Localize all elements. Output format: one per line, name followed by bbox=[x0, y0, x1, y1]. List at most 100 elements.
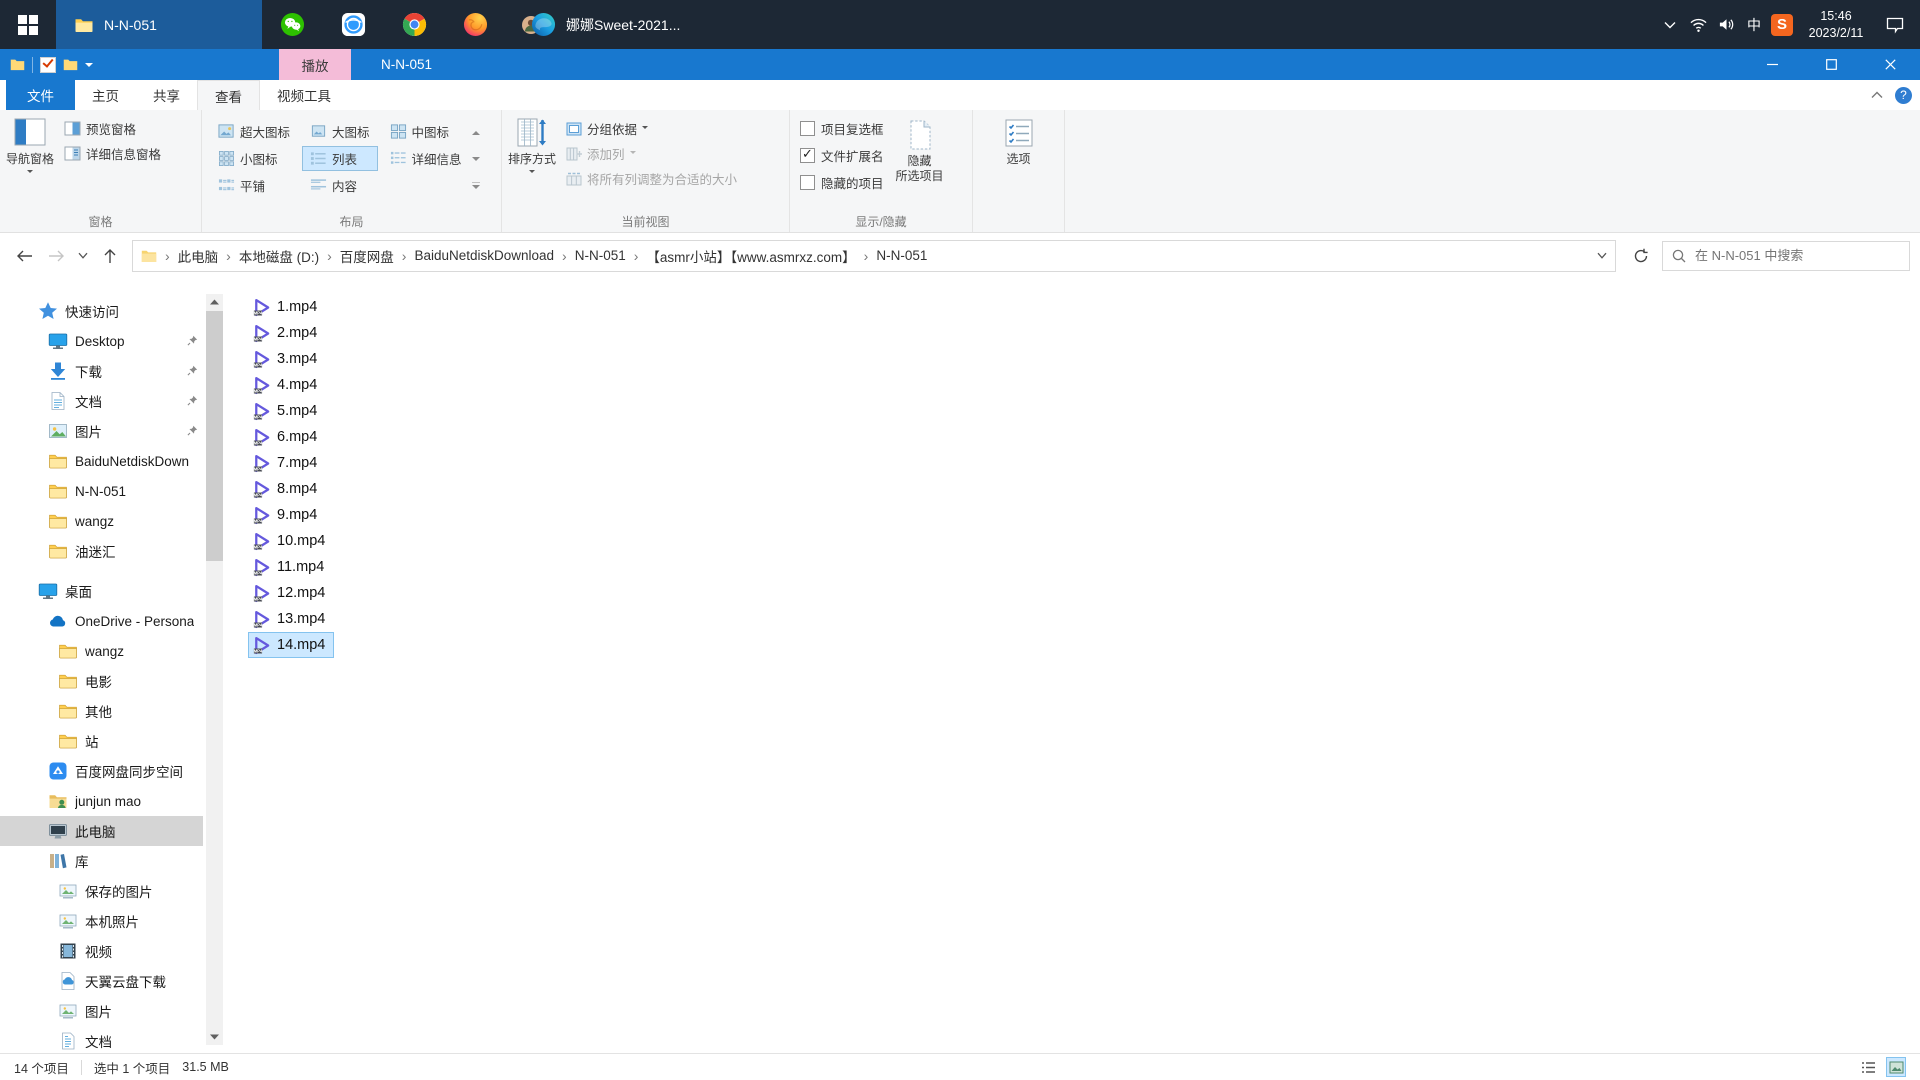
details-view-icon[interactable] bbox=[1858, 1057, 1878, 1077]
sidebar-item[interactable]: BaiduNetdiskDown bbox=[0, 446, 203, 476]
collapse-ribbon-icon[interactable] bbox=[1871, 91, 1883, 99]
sidebar-item[interactable]: junjun mao bbox=[0, 786, 203, 816]
file-item[interactable]: MP44.mp4 bbox=[248, 372, 326, 398]
new-folder-icon[interactable] bbox=[63, 58, 78, 71]
scrollbar-thumb[interactable] bbox=[206, 311, 223, 561]
close-button[interactable] bbox=[1861, 49, 1920, 80]
recent-locations-icon[interactable] bbox=[74, 242, 92, 270]
breadcrumb-item[interactable]: ›BaiduNetdiskDownload bbox=[394, 246, 554, 266]
more-views-icon[interactable] bbox=[472, 182, 480, 191]
sidebar-item[interactable]: 保存的图片 bbox=[0, 876, 203, 906]
refresh-icon[interactable] bbox=[1624, 242, 1658, 270]
taskbar-app[interactable] bbox=[384, 0, 445, 49]
file-item[interactable]: MP45.mp4 bbox=[248, 398, 326, 424]
sidebar-item[interactable]: 本机照片 bbox=[0, 906, 203, 936]
breadcrumb-item[interactable]: ›N-N-051 bbox=[554, 246, 626, 266]
file-item[interactable]: MP43.mp4 bbox=[248, 346, 326, 372]
clock[interactable]: 15:46 2023/2/11 bbox=[1796, 8, 1876, 42]
maximize-button[interactable] bbox=[1802, 49, 1861, 80]
file-item[interactable]: MP41.mp4 bbox=[248, 294, 326, 320]
sidebar-scrollbar[interactable] bbox=[206, 294, 223, 1045]
add-columns-button[interactable]: 添加列 bbox=[566, 144, 737, 163]
sort-by-button[interactable]: 排序方式 bbox=[502, 114, 562, 211]
search-box[interactable] bbox=[1662, 241, 1910, 271]
preview-pane-button[interactable]: 预览窗格 bbox=[64, 119, 161, 138]
show-hide-checkbox[interactable]: 文件扩展名 bbox=[800, 146, 884, 165]
minimize-button[interactable] bbox=[1743, 49, 1802, 80]
breadcrumb-item[interactable]: ›此电脑 bbox=[157, 246, 218, 266]
layout-view-button[interactable]: 超大图标 bbox=[210, 119, 298, 144]
hide-selected-button[interactable]: 隐藏 所选项目 bbox=[890, 114, 950, 211]
sidebar-item[interactable]: 视频 bbox=[0, 936, 203, 966]
details-pane-button[interactable]: 详细信息窗格 bbox=[64, 144, 161, 163]
tab-file[interactable]: 文件 bbox=[6, 80, 75, 110]
options-button[interactable]: 选项 bbox=[997, 114, 1041, 211]
back-button[interactable] bbox=[10, 242, 38, 270]
sidebar-item[interactable]: 图片 bbox=[0, 996, 203, 1026]
layout-view-button[interactable]: 列表 bbox=[302, 146, 378, 171]
taskbar-app[interactable] bbox=[262, 0, 323, 49]
sidebar-item[interactable]: 其他 bbox=[0, 696, 203, 726]
action-center-icon[interactable] bbox=[1876, 16, 1914, 34]
layout-view-button[interactable]: 详细信息 bbox=[382, 146, 470, 171]
taskbar-app[interactable] bbox=[445, 0, 506, 49]
file-item[interactable]: MP412.mp4 bbox=[248, 580, 334, 606]
ime-indicator[interactable]: 中 bbox=[1740, 15, 1768, 35]
taskbar-app[interactable] bbox=[323, 0, 384, 49]
forward-button[interactable] bbox=[42, 242, 70, 270]
scroll-up-icon[interactable] bbox=[472, 130, 480, 136]
file-item[interactable]: MP49.mp4 bbox=[248, 502, 326, 528]
layout-view-button[interactable]: 平铺 bbox=[210, 173, 298, 198]
start-button[interactable] bbox=[0, 0, 56, 49]
taskbar-active-task[interactable]: N-N-051 bbox=[56, 0, 262, 49]
sidebar-item[interactable]: 此电脑 bbox=[0, 816, 203, 846]
size-columns-button[interactable]: 将所有列调整为合适的大小 bbox=[566, 169, 737, 188]
ribbon-tab[interactable]: 查看 bbox=[197, 80, 260, 110]
scroll-down-icon[interactable] bbox=[472, 156, 480, 162]
file-item[interactable]: MP47.mp4 bbox=[248, 450, 326, 476]
sidebar-item[interactable]: 百度网盘同步空间 bbox=[0, 756, 203, 786]
layout-view-button[interactable]: 大图标 bbox=[302, 119, 378, 144]
sidebar-item[interactable]: 油迷汇 bbox=[0, 536, 203, 566]
navigation-pane-button[interactable]: 导航窗格 bbox=[0, 114, 60, 211]
breadcrumb-item[interactable]: ›本地磁盘 (D:) bbox=[218, 246, 319, 266]
group-by-button[interactable]: 分组依据 bbox=[566, 119, 737, 138]
sidebar-item[interactable]: 文档 bbox=[0, 1026, 203, 1053]
ribbon-tab[interactable]: 主页 bbox=[75, 80, 136, 110]
sidebar-item[interactable]: N-N-051 bbox=[0, 476, 203, 506]
volume-icon[interactable] bbox=[1712, 16, 1740, 33]
address-dropdown-icon[interactable] bbox=[1589, 252, 1607, 259]
file-item[interactable]: MP410.mp4 bbox=[248, 528, 334, 554]
breadcrumb-bar[interactable]: ›此电脑›本地磁盘 (D:)›百度网盘›BaiduNetdiskDownload… bbox=[132, 240, 1616, 272]
sidebar-item[interactable]: wangz bbox=[0, 636, 203, 666]
sidebar-item[interactable]: 下载 bbox=[0, 356, 203, 386]
file-item[interactable]: MP413.mp4 bbox=[248, 606, 334, 632]
scrollbar-up-icon[interactable] bbox=[206, 294, 223, 310]
wifi-icon[interactable] bbox=[1684, 16, 1712, 33]
taskbar-edge-task[interactable]: 娜娜Sweet-2021... bbox=[506, 0, 696, 49]
sogou-icon[interactable]: S bbox=[1768, 14, 1796, 36]
file-item[interactable]: MP46.mp4 bbox=[248, 424, 326, 450]
layout-view-button[interactable]: 小图标 bbox=[210, 146, 298, 171]
folder-icon[interactable] bbox=[10, 58, 25, 71]
ribbon-tab[interactable]: 视频工具 bbox=[260, 80, 348, 110]
file-item[interactable]: MP411.mp4 bbox=[248, 554, 333, 580]
customize-toolbar-caret-icon[interactable] bbox=[85, 63, 93, 71]
file-item[interactable]: MP42.mp4 bbox=[248, 320, 326, 346]
sidebar-item[interactable]: wangz bbox=[0, 506, 203, 536]
search-input[interactable] bbox=[1693, 247, 1900, 264]
breadcrumb-item[interactable]: ›N-N-051 bbox=[856, 246, 928, 266]
up-button[interactable] bbox=[96, 242, 124, 270]
properties-check-icon[interactable] bbox=[40, 57, 56, 73]
file-item[interactable]: MP414.mp4 bbox=[248, 632, 334, 658]
scrollbar-down-icon[interactable] bbox=[206, 1029, 223, 1045]
sidebar-item[interactable]: 桌面 bbox=[0, 576, 203, 606]
breadcrumb-item[interactable]: ›百度网盘 bbox=[319, 246, 394, 266]
show-hide-checkbox[interactable]: 项目复选框 bbox=[800, 119, 884, 138]
breadcrumb-item[interactable]: ›【asmr小站】【www.asmrxz.com】 bbox=[626, 246, 856, 266]
sidebar-item[interactable]: 电影 bbox=[0, 666, 203, 696]
thumbnail-view-icon[interactable] bbox=[1886, 1057, 1906, 1077]
layout-view-button[interactable]: 中图标 bbox=[382, 119, 470, 144]
sidebar-item[interactable]: 天翼云盘下载 bbox=[0, 966, 203, 996]
sidebar-item[interactable]: 快速访问 bbox=[0, 296, 203, 326]
